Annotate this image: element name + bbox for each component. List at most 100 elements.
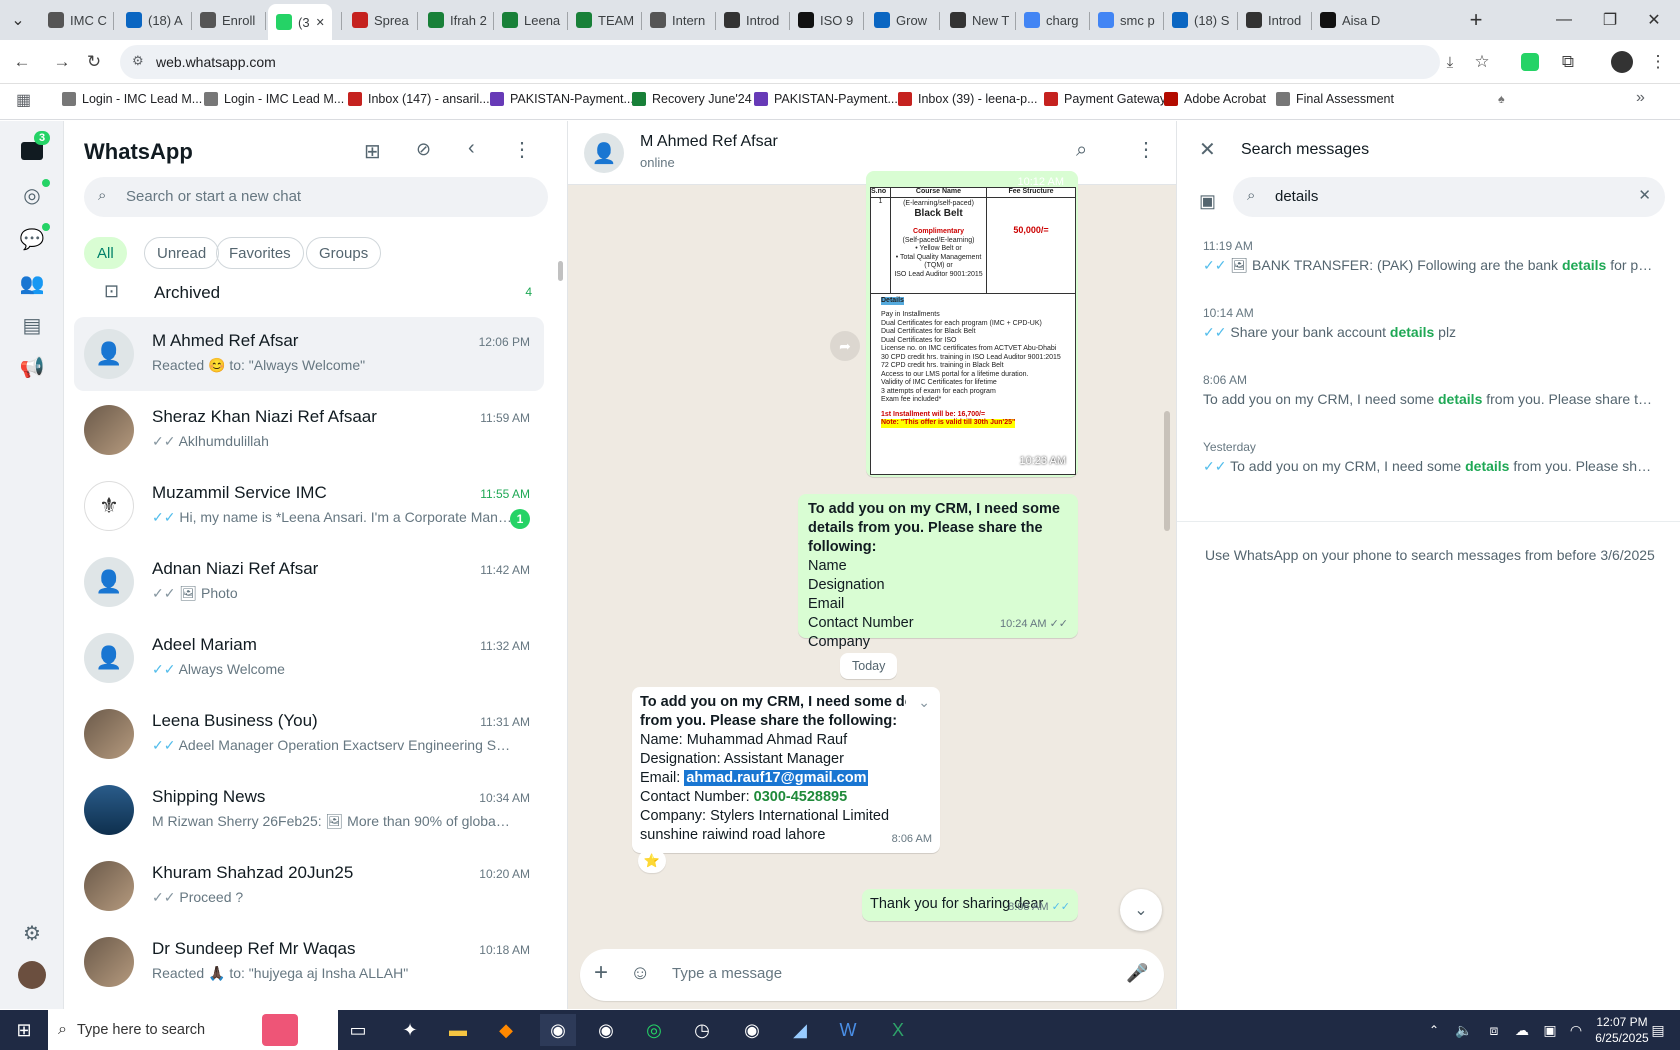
- tab-8[interactable]: Intern: [642, 6, 712, 34]
- contact-avatar[interactable]: 👤: [584, 133, 624, 173]
- bookmark-star-icon[interactable]: ☆: [1468, 48, 1496, 76]
- calendar-icon[interactable]: ▣: [1199, 191, 1216, 212]
- reply-message[interactable]: To add you on my CRM, I need some de fro…: [632, 687, 940, 853]
- new-chat-icon[interactable]: ⊞: [364, 139, 381, 164]
- filter-favorites[interactable]: Favorites: [216, 237, 304, 269]
- conversation-menu-icon[interactable]: ⋮: [1136, 137, 1156, 162]
- search-result[interactable]: 11:19 AM ✓✓ 🖼 BANK TRANSFER: (PAK) Follow…: [1203, 239, 1653, 274]
- back-icon[interactable]: ←: [8, 48, 36, 76]
- reaction-badge[interactable]: ⭐: [638, 849, 666, 873]
- chat-row[interactable]: 👤 Adnan Niazi Ref Afsar 11:42 AM ✓✓ 🖼 Photo: [74, 545, 544, 619]
- whatsapp-taskbar-icon[interactable]: ◎: [636, 1014, 672, 1046]
- tab-14[interactable]: smc p: [1090, 6, 1160, 34]
- search-result[interactable]: 10:14 AM ✓✓ Share your bank account detai…: [1203, 306, 1653, 341]
- close-search-icon[interactable]: ✕: [1199, 137, 1216, 162]
- emoji-icon[interactable]: ☺: [630, 962, 650, 985]
- chats-icon[interactable]: 3: [14, 131, 51, 169]
- settings-icon[interactable]: ⚙: [14, 915, 50, 951]
- filter-unread[interactable]: Unread: [144, 237, 220, 269]
- chrome-icon-3[interactable]: ◉: [734, 1014, 770, 1046]
- crm-request-message[interactable]: To add you on my CRM, I need some detail…: [798, 494, 1078, 650]
- course-fee-document-image[interactable]: S.no Course Name Fee Structure 1 (E-lear…: [870, 187, 1076, 475]
- chat-search-input[interactable]: ⌕ Search or start a new chat: [84, 177, 548, 217]
- chrome-icon-1[interactable]: ◉: [540, 1014, 576, 1046]
- tab-search-icon[interactable]: ⌄: [4, 8, 32, 32]
- bookmark-0[interactable]: Login - IMC Lead M...: [62, 92, 202, 106]
- reply-email-link[interactable]: ahmad.rauf17@gmail.com: [684, 770, 869, 786]
- bookmark-3[interactable]: PAKISTAN-Payment...: [490, 92, 634, 106]
- tab-5[interactable]: Ifrah 2: [420, 6, 490, 34]
- chat-row[interactable]: Shipping News 10:34 AM M Rizwan Sherry 26F…: [74, 773, 544, 847]
- advertise-icon[interactable]: 📢: [14, 349, 50, 385]
- notifications-icon[interactable]: ▤: [1640, 1014, 1676, 1046]
- conversation-scrollbar[interactable]: [1164, 411, 1170, 531]
- chat-row[interactable]: Khuram Shahzad 20Jun25 10:20 AM ✓✓ Proceed…: [74, 849, 544, 923]
- attach-plus-icon[interactable]: +: [594, 961, 608, 985]
- bookmark-8[interactable]: Adobe Acrobat: [1164, 92, 1266, 106]
- reload-icon[interactable]: ↻: [80, 48, 108, 76]
- bookmark-1[interactable]: Login - IMC Lead M...: [204, 92, 344, 106]
- file-explorer-icon[interactable]: ▬: [440, 1014, 476, 1046]
- word-icon[interactable]: W: [830, 1014, 866, 1046]
- minimize-button[interactable]: —: [1550, 8, 1578, 32]
- tab-6[interactable]: Leena: [494, 6, 564, 34]
- filter-all[interactable]: All: [84, 237, 127, 269]
- taskbar-weather-widget-icon[interactable]: [262, 1014, 298, 1046]
- tray-wifi-icon[interactable]: ◠: [1558, 1014, 1594, 1046]
- site-info-icon[interactable]: ⚙: [132, 53, 144, 69]
- tab-1[interactable]: (18) A: [118, 6, 188, 34]
- menu-icon[interactable]: ⋮: [512, 137, 532, 162]
- install-app-icon[interactable]: ⤓: [1436, 48, 1464, 76]
- browser-menu-icon[interactable]: ⋮: [1644, 48, 1672, 76]
- chat-row[interactable]: Dr Sundeep Ref Mr Waqas 10:18 AM Reacted 🙏…: [74, 925, 544, 999]
- apps-grid-icon[interactable]: ▦: [16, 90, 31, 110]
- chat-row[interactable]: Sheraz Khan Niazi Ref Afsaar 11:59 AM ✓✓ A…: [74, 393, 544, 467]
- tab-9[interactable]: Introd: [716, 6, 786, 34]
- tab-15[interactable]: (18) S: [1164, 6, 1234, 34]
- tab-0[interactable]: IMC C: [40, 6, 110, 34]
- tab-13[interactable]: charg: [1016, 6, 1086, 34]
- tab-2[interactable]: Enroll: [192, 6, 262, 34]
- tab-7[interactable]: TEAM: [568, 6, 638, 34]
- message-input[interactable]: Type a message: [672, 965, 1092, 982]
- chrome-icon-2[interactable]: ◉: [588, 1014, 624, 1046]
- collapse-chevron-icon[interactable]: ‹: [468, 137, 475, 160]
- image-message[interactable]: 10:12 AM S.no Course Name Fee Structure …: [866, 171, 1078, 477]
- tab-4[interactable]: Sprea: [344, 6, 414, 34]
- tab-12[interactable]: New T: [942, 6, 1012, 34]
- task-view-icon[interactable]: ▭: [340, 1014, 376, 1046]
- tab-11[interactable]: Grow: [866, 6, 936, 34]
- chat-row[interactable]: 👤 M Ahmed Ref Afsar 12:06 PM Reacted 😊 to: …: [74, 317, 544, 391]
- thanks-message[interactable]: Thank you for sharing dear 8:08 AM ✓✓: [862, 889, 1078, 921]
- filter-groups[interactable]: Groups: [306, 237, 382, 269]
- chatlist-scrollbar[interactable]: [558, 261, 563, 281]
- bookmark-4[interactable]: Recovery June'24: [632, 92, 752, 106]
- bookmark-5[interactable]: PAKISTAN-Payment...: [754, 92, 898, 106]
- bookmark-extra-icon[interactable]: ♠: [1498, 92, 1505, 106]
- status-icon[interactable]: ◎: [14, 177, 50, 213]
- copilot-icon[interactable]: ✦: [392, 1014, 428, 1046]
- reply-phone-link[interactable]: 0300-4528895: [754, 789, 848, 805]
- restore-button[interactable]: ❐: [1596, 8, 1624, 32]
- close-window-button[interactable]: ✕: [1640, 8, 1668, 32]
- clear-search-icon[interactable]: ✕: [1638, 186, 1651, 204]
- tab-17[interactable]: Aisa D: [1312, 6, 1382, 34]
- chat-row[interactable]: Leena Business (You) 11:31 AM ✓✓ Adeel Man…: [74, 697, 544, 771]
- close-tab-icon[interactable]: ✕: [316, 16, 325, 29]
- channels-icon[interactable]: 💬: [14, 221, 50, 257]
- extensions-icon[interactable]: ⧉: [1554, 48, 1582, 76]
- start-windows-icon[interactable]: ⊞: [6, 1014, 42, 1046]
- profile-photo[interactable]: [14, 957, 50, 993]
- tab-10[interactable]: ISO 9: [790, 6, 860, 34]
- message-options-chevron-icon[interactable]: ⌄: [918, 693, 930, 712]
- search-result[interactable]: 8:06 AM To add you on my CRM, I need some…: [1203, 373, 1653, 407]
- communities-icon[interactable]: 👥: [14, 265, 50, 301]
- app-pin-icon[interactable]: ◆: [488, 1014, 524, 1046]
- bookmark-2[interactable]: Inbox (147) - ansaril...: [348, 92, 490, 106]
- tab-16[interactable]: Introd: [1238, 6, 1308, 34]
- new-tab-button[interactable]: +: [1462, 7, 1490, 32]
- hide-icon[interactable]: ⊘: [416, 139, 431, 160]
- message-search-input[interactable]: ⌕ details ✕: [1233, 177, 1665, 217]
- excel-icon[interactable]: X: [880, 1014, 916, 1046]
- notes-app-icon[interactable]: ◢: [782, 1014, 818, 1046]
